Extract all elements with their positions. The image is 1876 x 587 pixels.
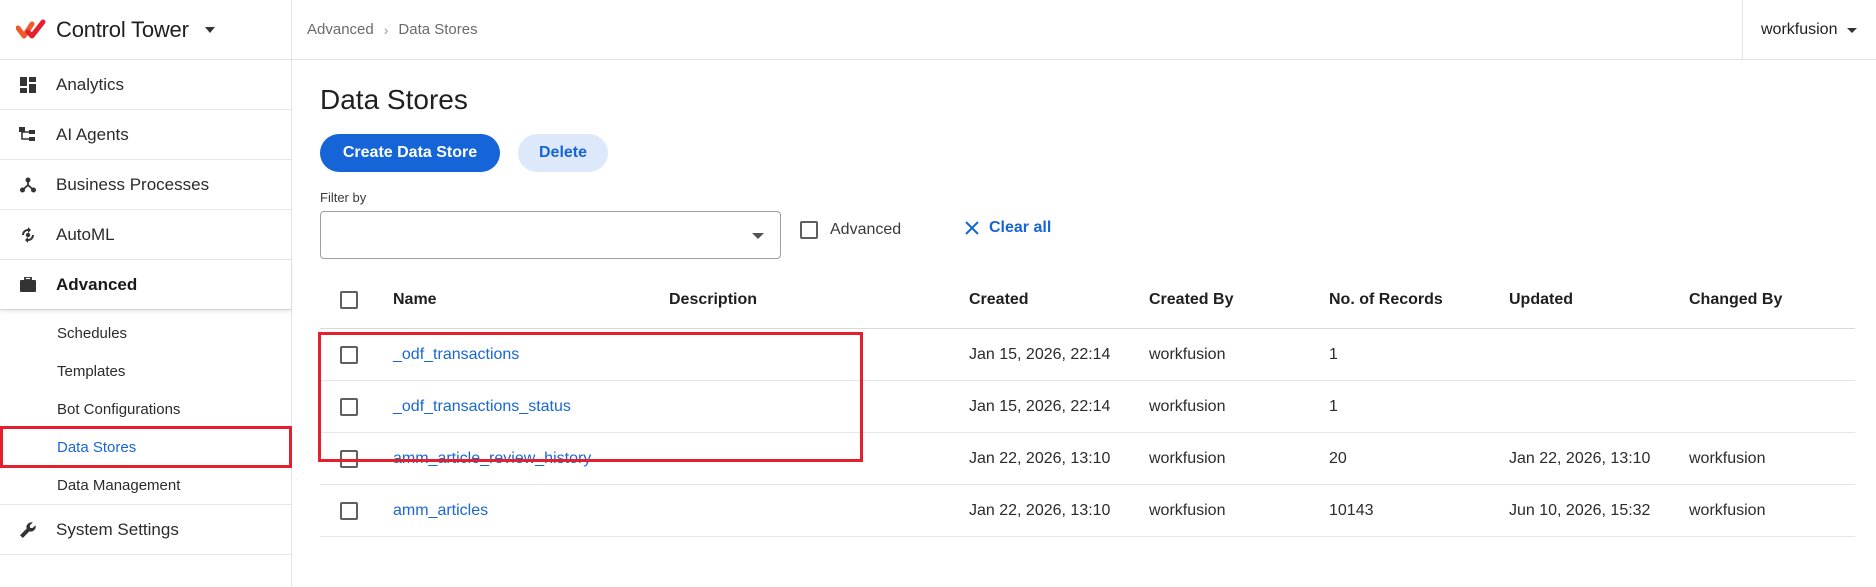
row-changed-by: workfusion bbox=[1689, 449, 1766, 467]
column-header-records[interactable]: No. of Records bbox=[1329, 271, 1443, 328]
row-records: 1 bbox=[1329, 345, 1338, 363]
sidebar-item-ai-agents[interactable]: AI Agents bbox=[0, 110, 291, 160]
sidebar-item-label: AI Agents bbox=[56, 124, 129, 144]
sidebar-item-label: Analytics bbox=[56, 74, 125, 94]
row-records: 1 bbox=[1329, 397, 1338, 415]
row-updated: Jan 22, 2026, 13:10 bbox=[1509, 449, 1651, 467]
row-checkbox-cell bbox=[340, 485, 358, 536]
breadcrumb-parent[interactable]: Advanced bbox=[307, 21, 374, 38]
row-checkbox-cell bbox=[340, 381, 358, 432]
row-name-link[interactable]: amm_articles bbox=[393, 485, 488, 536]
row-created-by: workfusion bbox=[1149, 397, 1226, 415]
filter-label: Filter by bbox=[320, 190, 367, 205]
top-bar: Advanced › Data Stores workfusion bbox=[292, 0, 1876, 60]
row-checkbox[interactable] bbox=[340, 345, 358, 364]
subnav-item-schedules[interactable]: Schedules bbox=[0, 314, 291, 352]
wrench-icon bbox=[18, 520, 38, 540]
close-icon bbox=[965, 221, 979, 235]
subnav-item-bot-configurations[interactable]: Bot Configurations bbox=[0, 390, 291, 428]
row-created: Jan 15, 2026, 22:14 bbox=[969, 345, 1111, 363]
row-created-by: workfusion bbox=[1149, 449, 1226, 467]
sidebar-item-label: System Settings bbox=[56, 519, 179, 539]
table-row[interactable]: _odf_transactions_status Jan 15, 2026, 2… bbox=[320, 381, 1855, 433]
column-header-created[interactable]: Created bbox=[969, 271, 1029, 328]
sidebar-item-system-settings[interactable]: System Settings bbox=[0, 505, 291, 555]
brand-caret-icon[interactable] bbox=[204, 26, 215, 33]
breadcrumb-current: Data Stores bbox=[398, 21, 478, 38]
chevron-right-icon: › bbox=[383, 21, 389, 38]
page-title: Data Stores bbox=[320, 84, 468, 115]
table-header-row: Name Description Created Created By No. … bbox=[320, 271, 1855, 329]
brand-header[interactable]: Control Tower bbox=[0, 0, 291, 60]
create-data-store-button[interactable]: Create Data Store bbox=[320, 134, 500, 172]
active-highlight-frame bbox=[0, 426, 292, 468]
user-name: workfusion bbox=[1761, 21, 1838, 38]
column-header-updated[interactable]: Updated bbox=[1509, 271, 1573, 328]
row-records: 20 bbox=[1329, 449, 1347, 467]
row-checkbox[interactable] bbox=[340, 501, 358, 520]
row-created-by: workfusion bbox=[1149, 501, 1226, 519]
row-created: Jan 22, 2026, 13:10 bbox=[969, 501, 1111, 519]
column-header-description[interactable]: Description bbox=[669, 271, 757, 328]
sidebar-item-automl[interactable]: AutoML bbox=[0, 210, 291, 260]
advanced-filter-checkbox[interactable]: Advanced bbox=[800, 221, 901, 239]
chevron-down-icon bbox=[752, 233, 764, 239]
process-icon bbox=[18, 175, 38, 195]
advanced-filter-label: Advanced bbox=[830, 221, 902, 238]
row-name-link[interactable]: amm_article_review_history bbox=[393, 433, 591, 484]
row-changed-by: workfusion bbox=[1689, 501, 1766, 519]
sidebar: Control Tower Analytics AI Agents Busine… bbox=[0, 0, 292, 587]
clear-all-label: Clear all bbox=[989, 219, 1052, 236]
chevron-down-icon bbox=[1847, 27, 1858, 33]
row-updated: Jun 10, 2026, 15:32 bbox=[1509, 501, 1651, 519]
row-checkbox[interactable] bbox=[340, 449, 358, 468]
row-records: 10143 bbox=[1329, 501, 1374, 519]
advanced-subnav: Schedules Templates Bot Configurations D… bbox=[0, 310, 292, 505]
select-all-checkbox-cell bbox=[340, 271, 358, 328]
row-created-by: workfusion bbox=[1149, 345, 1226, 363]
column-header-created-by[interactable]: Created By bbox=[1149, 271, 1233, 328]
user-menu[interactable]: workfusion bbox=[1742, 0, 1876, 60]
row-checkbox[interactable] bbox=[340, 397, 358, 416]
subnav-item-data-stores[interactable]: Data Stores bbox=[0, 426, 292, 468]
table-row[interactable]: amm_articles Jan 22, 2026, 13:10 workfus… bbox=[320, 485, 1855, 537]
sidebar-item-label: AutoML bbox=[56, 224, 115, 244]
sidebar-item-advanced[interactable]: Advanced bbox=[0, 260, 291, 310]
brand-logo-icon bbox=[16, 19, 46, 38]
subnav-item-data-management[interactable]: Data Management bbox=[0, 466, 291, 504]
hierarchy-icon bbox=[18, 125, 38, 145]
row-name-link[interactable]: _odf_transactions bbox=[393, 329, 519, 380]
clear-all-button[interactable]: Clear all bbox=[965, 219, 1051, 237]
sidebar-item-analytics[interactable]: Analytics bbox=[0, 60, 291, 110]
select-all-checkbox[interactable] bbox=[340, 290, 358, 309]
column-header-changed-by[interactable]: Changed By bbox=[1689, 271, 1782, 328]
table-row[interactable]: amm_article_review_history Jan 22, 2026,… bbox=[320, 433, 1855, 485]
row-created: Jan 15, 2026, 22:14 bbox=[969, 397, 1111, 415]
sidebar-item-label: Business Processes bbox=[56, 174, 210, 194]
sidebar-item-label: Advanced bbox=[56, 274, 138, 294]
row-checkbox-cell bbox=[340, 329, 358, 380]
brand-name: Control Tower bbox=[56, 16, 189, 42]
table-row[interactable]: _odf_transactions Jan 15, 2026, 22:14 wo… bbox=[320, 329, 1855, 381]
data-stores-table: Name Description Created Created By No. … bbox=[320, 271, 1855, 537]
breadcrumb: Advanced › Data Stores bbox=[292, 21, 478, 38]
row-name-link[interactable]: _odf_transactions_status bbox=[393, 381, 571, 432]
automl-icon bbox=[18, 225, 38, 245]
row-checkbox-cell bbox=[340, 433, 358, 484]
column-header-name[interactable]: Name bbox=[393, 271, 437, 328]
checkbox-box[interactable] bbox=[800, 221, 818, 239]
subnav-item-templates[interactable]: Templates bbox=[0, 352, 291, 390]
dashboard-icon bbox=[18, 75, 38, 95]
filter-select[interactable] bbox=[320, 211, 781, 259]
briefcase-icon bbox=[18, 275, 38, 295]
delete-button[interactable]: Delete bbox=[518, 134, 608, 172]
sidebar-item-business-processes[interactable]: Business Processes bbox=[0, 160, 291, 210]
row-created: Jan 22, 2026, 13:10 bbox=[969, 449, 1111, 467]
